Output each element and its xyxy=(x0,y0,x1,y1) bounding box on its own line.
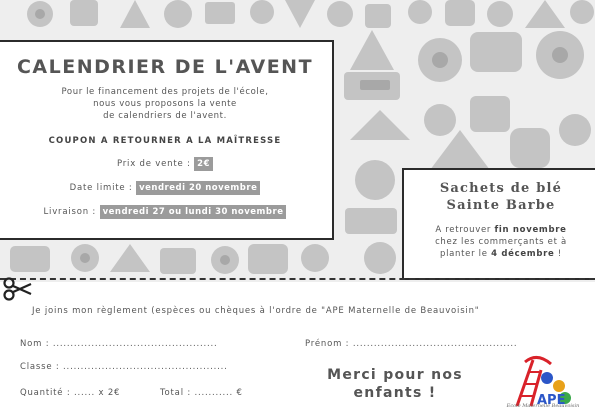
nom-field[interactable]: Nom : ..................................… xyxy=(20,339,218,349)
side-text-part: planter le xyxy=(439,249,492,259)
side-title-line: Sainte Barbe xyxy=(446,198,556,213)
side-text: A retrouver fin novembre chez les commer… xyxy=(404,224,595,260)
wheat-sachets-panel: Sachets de blé Sainte Barbe A retrouver … xyxy=(402,168,595,280)
payment-instruction: Je joins mon règlement (espèces ou chèqu… xyxy=(32,306,480,316)
side-title-line: Sachets de blé xyxy=(439,181,563,196)
price-value: 2€ xyxy=(194,157,214,171)
delivery-value: vendredi 27 ou lundi 30 novembre xyxy=(99,205,287,219)
cut-line xyxy=(0,278,595,280)
price-label: Prix de vente : xyxy=(116,159,191,169)
delivery-label: Livraison : xyxy=(43,207,97,217)
advent-calendar-panel: CALENDRIER DE L'AVENT Pour le financemen… xyxy=(0,40,334,240)
quantite-field[interactable]: Quantité : ...... x 2€ xyxy=(20,388,120,398)
side-text-part: chez les commerçants et à xyxy=(435,237,567,247)
coupon-heading: COUPON A RETOURNER A LA MAÎTRESSE xyxy=(48,136,282,146)
intro-line: nous vous proposons la vente xyxy=(93,99,237,109)
deadline-value: vendredi 20 novembre xyxy=(136,181,261,195)
side-title: Sachets de blé Sainte Barbe xyxy=(404,180,595,214)
side-text-part: ! xyxy=(554,249,563,259)
side-text-bold: 4 décembre xyxy=(491,249,555,259)
price-row: Prix de vente : 2€ xyxy=(0,154,332,174)
classe-field[interactable]: Classe : ...............................… xyxy=(20,362,228,372)
thanks-line: Merci pour nos xyxy=(327,367,463,383)
page-title: CALENDRIER DE L'AVENT xyxy=(16,56,314,78)
thanks-message: Merci pour nos enfants ! xyxy=(312,366,478,402)
deadline-row: Date limite : vendredi 20 novembre xyxy=(0,178,332,198)
total-field[interactable]: Total : ........... € xyxy=(160,388,243,398)
delivery-row: Livraison : vendredi 27 ou lundi 30 nove… xyxy=(0,202,332,222)
scissors-icon xyxy=(3,277,32,301)
side-text-part: A retrouver xyxy=(435,225,495,235)
intro-text: Pour le financement des projets de l'éco… xyxy=(0,86,332,122)
thanks-line: enfants ! xyxy=(353,385,437,401)
intro-line: Pour le financement des projets de l'éco… xyxy=(61,87,269,97)
side-text-bold: fin novembre xyxy=(494,225,567,235)
deadline-label: Date limite : xyxy=(69,183,133,193)
logo-caption: Ecole Maternelle Beauvoisin xyxy=(506,403,580,409)
prenom-field[interactable]: Prénom : ...............................… xyxy=(305,339,517,349)
intro-line: de calendriers de l'avent. xyxy=(103,111,227,121)
